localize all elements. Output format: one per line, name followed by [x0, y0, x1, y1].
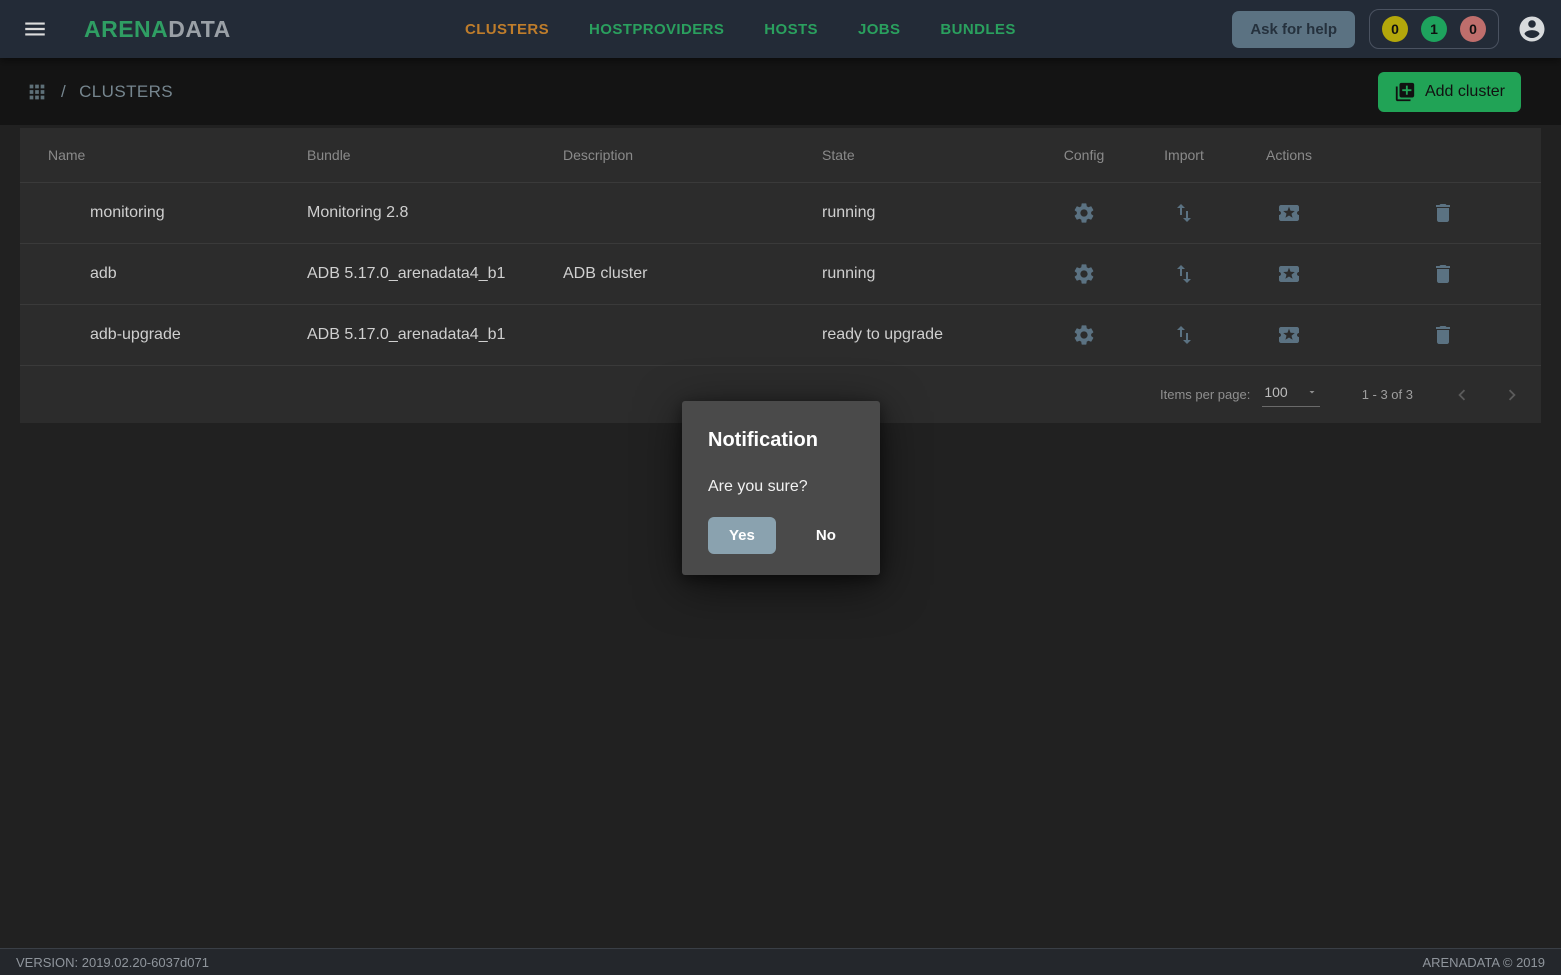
col-header-description: Description: [535, 128, 794, 183]
logo-part-gray: DATA: [168, 16, 230, 42]
copyright-label: ARENADATA © 2019: [1422, 955, 1545, 970]
col-header-config: Config: [1034, 128, 1134, 183]
status-badge-yellow[interactable]: 0: [1382, 16, 1408, 42]
table-row[interactable]: monitoring Monitoring 2.8 running: [20, 183, 1541, 244]
job-status-badges: 0 1 0: [1369, 9, 1499, 49]
navbar-right-group: Ask for help 0 1 0: [1232, 9, 1547, 49]
ticket-star-icon: [1277, 323, 1301, 347]
config-button[interactable]: [1070, 199, 1098, 227]
arenadata-logo: ARENADATA: [84, 16, 231, 43]
cluster-bundle: Monitoring 2.8: [279, 183, 535, 244]
clusters-table-card: Name Bundle Description State Config Imp…: [20, 128, 1541, 423]
nav-link-hostproviders[interactable]: HOSTPROVIDERS: [589, 21, 724, 38]
ticket-star-icon: [1277, 262, 1301, 286]
dialog-title: Notification: [708, 429, 854, 452]
chevron-left-icon: [1451, 384, 1473, 406]
breadcrumb-clusters[interactable]: CLUSTERS: [79, 82, 173, 102]
actions-button[interactable]: [1275, 321, 1303, 349]
pager-buttons: [1447, 380, 1527, 410]
import-button[interactable]: [1170, 199, 1198, 227]
config-button[interactable]: [1070, 260, 1098, 288]
version-label: VERSION: 2019.02.20-6037d071: [16, 955, 209, 970]
dropdown-arrow-icon: [1306, 386, 1318, 398]
delete-button[interactable]: [1429, 199, 1457, 227]
import-export-icon: [1172, 201, 1196, 225]
chevron-right-icon: [1501, 384, 1523, 406]
main-content: Name Bundle Description State Config Imp…: [0, 125, 1561, 948]
col-header-actions: Actions: [1234, 128, 1344, 183]
col-header-bundle: Bundle: [279, 128, 535, 183]
hamburger-menu-button[interactable]: [14, 8, 56, 50]
status-badge-green[interactable]: 1: [1421, 16, 1447, 42]
breadcrumb-separator: /: [61, 82, 66, 102]
table-row[interactable]: adb ADB 5.17.0_arenadata4_b1 ADB cluster…: [20, 244, 1541, 305]
next-page-button[interactable]: [1497, 380, 1527, 410]
status-badge-red[interactable]: 0: [1460, 16, 1486, 42]
page-size-value: 100: [1264, 384, 1287, 400]
cluster-bundle: ADB 5.17.0_arenadata4_b1: [279, 305, 535, 366]
nav-link-jobs[interactable]: JOBS: [858, 21, 900, 38]
cluster-description: ADB cluster: [535, 244, 794, 305]
cluster-name: monitoring: [20, 183, 279, 244]
notification-dialog: Notification Are you sure? Yes No: [682, 401, 880, 575]
dialog-message: Are you sure?: [708, 478, 854, 496]
page-range-label: 1 - 3 of 3: [1362, 387, 1413, 402]
apps-grid-icon[interactable]: [26, 81, 48, 103]
cluster-state: running: [794, 183, 1034, 244]
library-add-icon: [1394, 81, 1416, 103]
cluster-state: running: [794, 244, 1034, 305]
cluster-bundle: ADB 5.17.0_arenadata4_b1: [279, 244, 535, 305]
nav-link-hosts[interactable]: HOSTS: [764, 21, 818, 38]
main-nav: CLUSTERS HOSTPROVIDERS HOSTS JOBS BUNDLE…: [465, 0, 1016, 58]
ticket-star-icon: [1277, 201, 1301, 225]
page-size-select[interactable]: 100: [1262, 382, 1319, 407]
table-header-row: Name Bundle Description State Config Imp…: [20, 128, 1541, 183]
page-footer: VERSION: 2019.02.20-6037d071 ARENADATA ©…: [0, 948, 1561, 975]
previous-page-button[interactable]: [1447, 380, 1477, 410]
trash-icon: [1431, 262, 1455, 286]
actions-button[interactable]: [1275, 199, 1303, 227]
yes-button[interactable]: Yes: [708, 517, 776, 554]
breadcrumb: / CLUSTERS: [26, 81, 173, 103]
breadcrumb-bar: / CLUSTERS Add cluster: [0, 58, 1561, 125]
add-cluster-label: Add cluster: [1425, 83, 1505, 101]
user-account-button[interactable]: [1517, 14, 1547, 44]
gear-icon: [1072, 262, 1096, 286]
col-header-state: State: [794, 128, 1034, 183]
gear-icon: [1072, 201, 1096, 225]
delete-button[interactable]: [1429, 321, 1457, 349]
table-row[interactable]: adb-upgrade ADB 5.17.0_arenadata4_b1 rea…: [20, 305, 1541, 366]
cluster-description: [535, 183, 794, 244]
add-cluster-button[interactable]: Add cluster: [1378, 72, 1521, 112]
col-header-import: Import: [1134, 128, 1234, 183]
config-button[interactable]: [1070, 321, 1098, 349]
hamburger-icon: [22, 16, 48, 42]
nav-link-clusters[interactable]: CLUSTERS: [465, 21, 549, 38]
trash-icon: [1431, 201, 1455, 225]
top-navbar: ARENADATA CLUSTERS HOSTPROVIDERS HOSTS J…: [0, 0, 1561, 58]
ask-for-help-button[interactable]: Ask for help: [1232, 11, 1355, 48]
logo-part-green: ARENA: [84, 16, 168, 42]
import-button[interactable]: [1170, 321, 1198, 349]
nav-link-bundles[interactable]: BUNDLES: [940, 21, 1015, 38]
cluster-name: adb: [20, 244, 279, 305]
import-export-icon: [1172, 262, 1196, 286]
import-button[interactable]: [1170, 260, 1198, 288]
cluster-state: ready to upgrade: [794, 305, 1034, 366]
delete-button[interactable]: [1429, 260, 1457, 288]
gear-icon: [1072, 323, 1096, 347]
trash-icon: [1431, 323, 1455, 347]
items-per-page-label: Items per page:: [1160, 387, 1250, 402]
account-circle-icon: [1517, 14, 1547, 44]
cluster-description: [535, 305, 794, 366]
col-header-name: Name: [20, 128, 279, 183]
clusters-table: Name Bundle Description State Config Imp…: [20, 128, 1541, 365]
cluster-name: adb-upgrade: [20, 305, 279, 366]
no-button[interactable]: No: [808, 517, 844, 554]
dialog-actions: Yes No: [708, 517, 854, 554]
col-header-delete: [1344, 128, 1541, 183]
import-export-icon: [1172, 323, 1196, 347]
actions-button[interactable]: [1275, 260, 1303, 288]
